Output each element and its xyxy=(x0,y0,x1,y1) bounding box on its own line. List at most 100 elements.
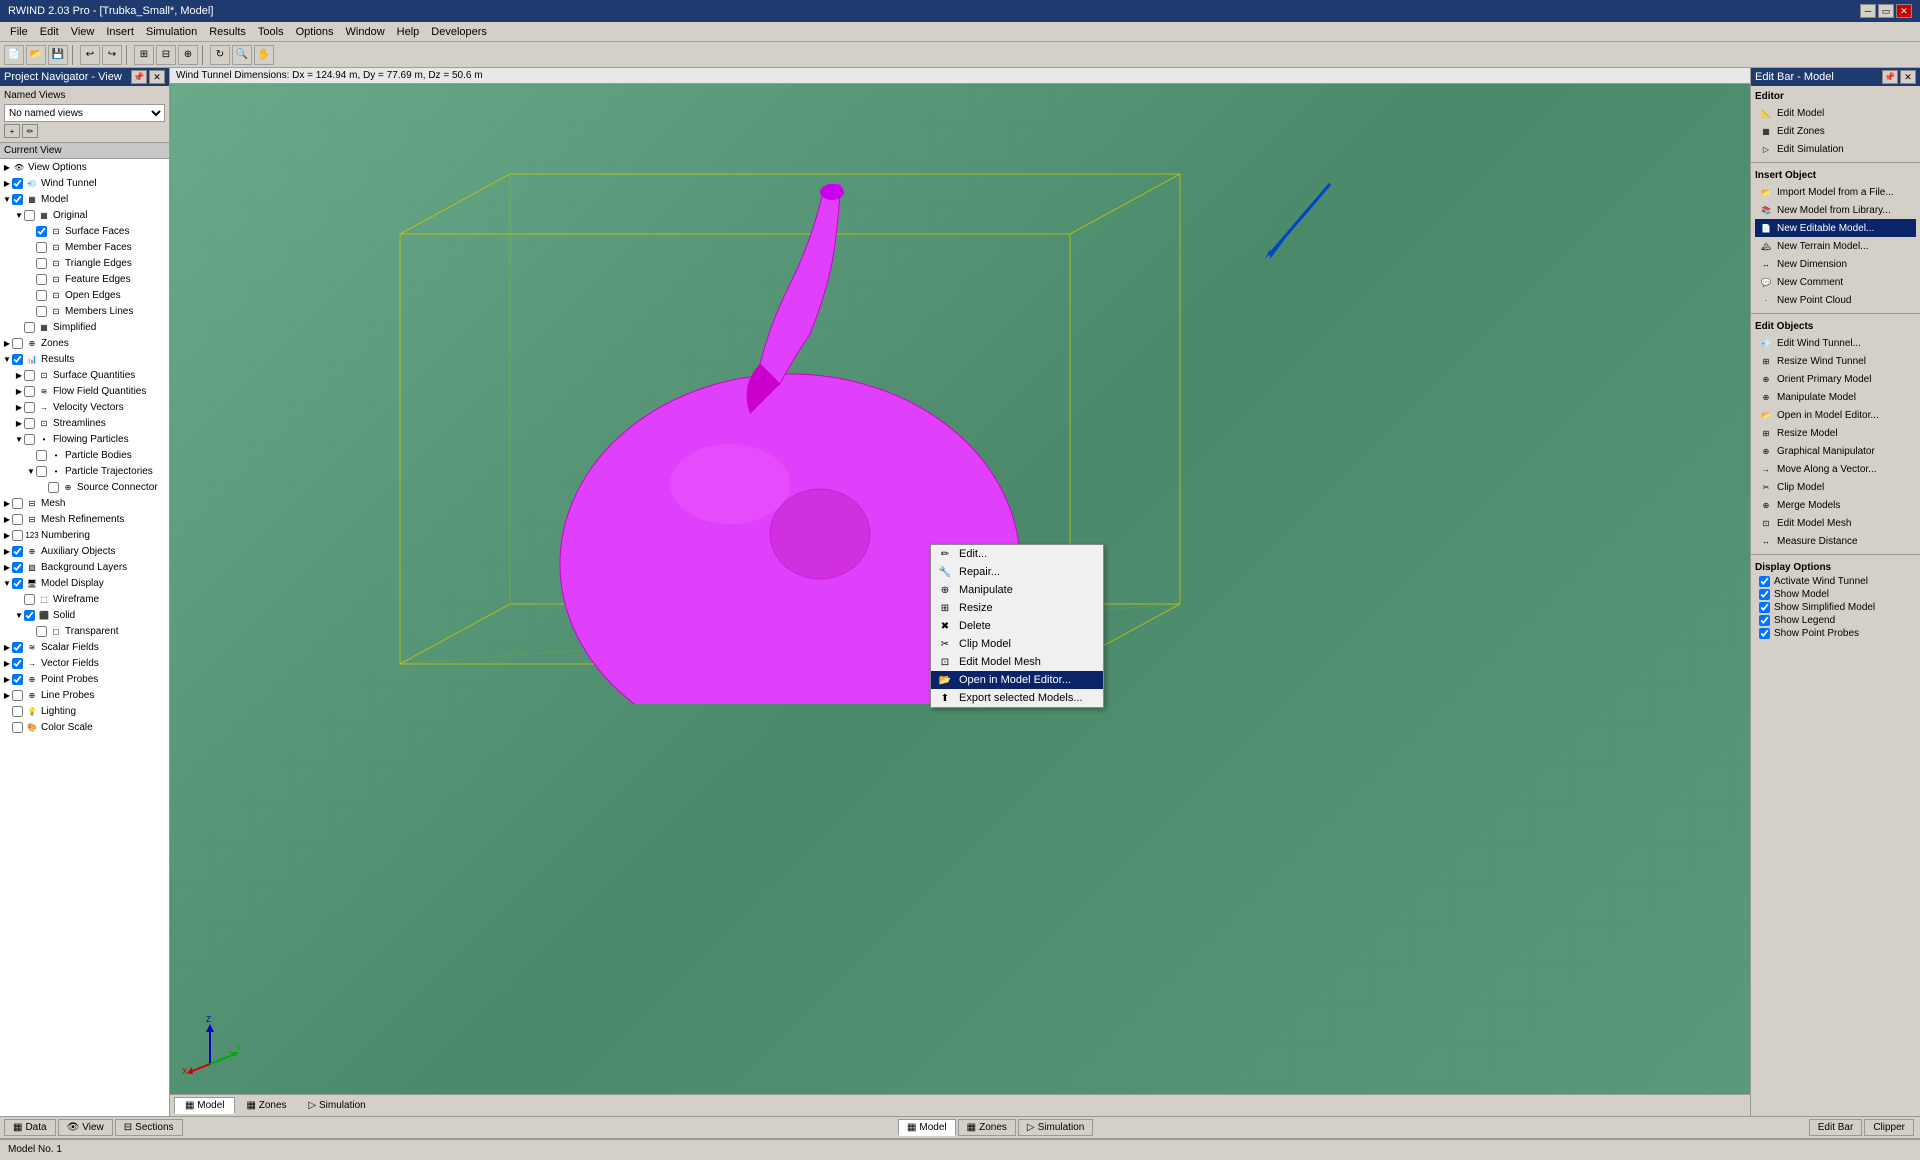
tree-item-background-layers[interactable]: ▶▧Background Layers xyxy=(0,559,169,575)
tree-checkbox-streamlines[interactable] xyxy=(24,418,35,429)
tree-checkbox-zones[interactable] xyxy=(12,338,23,349)
tree-item-original[interactable]: ▼▦Original xyxy=(0,207,169,223)
tree-expand-mesh[interactable]: ▶ xyxy=(2,499,12,508)
tree-item-surface-faces[interactable]: ⊡Surface Faces xyxy=(0,223,169,239)
viewport-tab-zones[interactable]: ▦ Zones xyxy=(958,1119,1016,1136)
tree-checkbox-source-connector[interactable] xyxy=(48,482,59,493)
tree-expand-numbering[interactable]: ▶ xyxy=(2,531,12,540)
ctx-item-resize[interactable]: ⊞Resize xyxy=(931,599,1103,617)
tree-checkbox-line-probes[interactable] xyxy=(12,690,23,701)
window-controls[interactable]: ─ ▭ ✕ xyxy=(1860,4,1912,18)
tree-item-auxiliary-objects[interactable]: ▶⊕Auxiliary Objects xyxy=(0,543,169,559)
tree-item-numbering[interactable]: ▶123Numbering xyxy=(0,527,169,543)
tree-expand-background-layers[interactable]: ▶ xyxy=(2,563,12,572)
rp-checkbox-show-model[interactable] xyxy=(1759,589,1770,600)
tree-item-scalar-fields[interactable]: ▶≋Scalar Fields xyxy=(0,639,169,655)
rp-item-new-point-cloud[interactable]: ·New Point Cloud xyxy=(1755,291,1916,309)
tree-checkbox-particle-bodies[interactable] xyxy=(36,450,47,461)
tree-checkbox-flow-field[interactable] xyxy=(24,386,35,397)
tree-expand-velocity-vectors[interactable]: ▶ xyxy=(14,403,24,412)
tree-item-flow-field[interactable]: ▶≋Flow Field Quantities xyxy=(0,383,169,399)
tree-item-line-probes[interactable]: ▶⊕Line Probes xyxy=(0,687,169,703)
undo-button[interactable]: ↩ xyxy=(80,45,100,65)
tree-checkbox-lighting[interactable] xyxy=(12,706,23,717)
right-tab-clipper[interactable]: Clipper xyxy=(1864,1119,1914,1136)
tree-checkbox-wireframe[interactable] xyxy=(24,594,35,605)
menu-item-results[interactable]: Results xyxy=(203,24,252,40)
right-panel-close[interactable]: ✕ xyxy=(1900,70,1916,84)
tree-checkbox-transparent[interactable] xyxy=(36,626,47,637)
menu-item-options[interactable]: Options xyxy=(290,24,340,40)
menu-item-help[interactable]: Help xyxy=(391,24,426,40)
tree-expand-surface-quantities[interactable]: ▶ xyxy=(14,371,24,380)
tree-checkbox-point-probes[interactable] xyxy=(12,674,23,685)
open-button[interactable]: 📂 xyxy=(26,45,46,65)
tree-checkbox-triangle-edges[interactable] xyxy=(36,258,47,269)
tree-expand-scalar-fields[interactable]: ▶ xyxy=(2,643,12,652)
rp-display-show-model[interactable]: Show Model xyxy=(1755,588,1916,601)
menu-item-simulation[interactable]: Simulation xyxy=(140,24,203,40)
tree-expand-view-options[interactable]: ▶ xyxy=(2,163,12,172)
tree-checkbox-original[interactable] xyxy=(24,210,35,221)
tree-checkbox-surface-quantities[interactable] xyxy=(24,370,35,381)
tree-item-members-lines[interactable]: ⊡Members Lines xyxy=(0,303,169,319)
context-menu[interactable]: ✏Edit...🔧Repair...⊕Manipulate⊞Resize✖Del… xyxy=(930,544,1104,708)
tree-checkbox-model[interactable] xyxy=(12,194,23,205)
tree-expand-auxiliary-objects[interactable]: ▶ xyxy=(2,547,12,556)
tree-item-feature-edges[interactable]: ⊡Feature Edges xyxy=(0,271,169,287)
tree-expand-flowing-particles[interactable]: ▼ xyxy=(14,435,24,444)
tree-checkbox-feature-edges[interactable] xyxy=(36,274,47,285)
rp-item-new-editable-model[interactable]: 📄New Editable Model... xyxy=(1755,219,1916,237)
tree-expand-original[interactable]: ▼ xyxy=(14,211,24,220)
ctx-item-edit[interactable]: ✏Edit... xyxy=(931,545,1103,563)
rp-item-measure-distance[interactable]: ↔Measure Distance xyxy=(1755,532,1916,550)
rp-item-new-comment[interactable]: 💬New Comment xyxy=(1755,273,1916,291)
tree-checkbox-wind-tunnel[interactable] xyxy=(12,178,23,189)
left-panel-close[interactable]: ✕ xyxy=(149,70,165,84)
rp-item-import-model[interactable]: 📂Import Model from a File... xyxy=(1755,183,1916,201)
menu-item-window[interactable]: Window xyxy=(340,24,391,40)
tool-3[interactable]: ⊕ xyxy=(178,45,198,65)
tree-item-model[interactable]: ▼▦Model xyxy=(0,191,169,207)
rp-item-graphical-manipulator[interactable]: ⊕Graphical Manipulator xyxy=(1755,442,1916,460)
tree-item-triangle-edges[interactable]: ⊡Triangle Edges xyxy=(0,255,169,271)
ctx-item-edit-model-mesh[interactable]: ⊡Edit Model Mesh xyxy=(931,653,1103,671)
rp-checkbox-show-simplified[interactable] xyxy=(1759,602,1770,613)
panel-tab-view[interactable]: 👁 View xyxy=(58,1119,113,1136)
tree-checkbox-surface-faces[interactable] xyxy=(36,226,47,237)
menu-item-developers[interactable]: Developers xyxy=(425,24,493,40)
tree-expand-model-display[interactable]: ▼ xyxy=(2,579,12,588)
tree-item-streamlines[interactable]: ▶⊡Streamlines xyxy=(0,415,169,431)
edit-view-icon[interactable]: ✏ xyxy=(22,124,38,138)
tree-item-solid[interactable]: ▼⬛Solid xyxy=(0,607,169,623)
tree-item-simplified[interactable]: ▦Simplified xyxy=(0,319,169,335)
tree-checkbox-mesh[interactable] xyxy=(12,498,23,509)
rp-item-edit-wind-tunnel[interactable]: 💨Edit Wind Tunnel... xyxy=(1755,334,1916,352)
tree-item-flowing-particles[interactable]: ▼•Flowing Particles xyxy=(0,431,169,447)
panel-tab-sections[interactable]: ⊟ Sections xyxy=(115,1119,183,1136)
ctx-item-clip-model[interactable]: ✂Clip Model xyxy=(931,635,1103,653)
rp-item-edit-zones[interactable]: ▦Edit Zones xyxy=(1755,122,1916,140)
tree-item-particle-bodies[interactable]: •Particle Bodies xyxy=(0,447,169,463)
close-button[interactable]: ✕ xyxy=(1896,4,1912,18)
tree-item-member-faces[interactable]: ⊡Member Faces xyxy=(0,239,169,255)
tree-item-velocity-vectors[interactable]: ▶→Velocity Vectors xyxy=(0,399,169,415)
rp-checkbox-show-point-probes[interactable] xyxy=(1759,628,1770,639)
tree-item-surface-quantities[interactable]: ▶⊡Surface Quantities xyxy=(0,367,169,383)
named-views-select[interactable]: No named views xyxy=(4,104,165,122)
tree-checkbox-open-edges[interactable] xyxy=(36,290,47,301)
panel-tab-data[interactable]: ▦ Data xyxy=(4,1119,56,1136)
viewport-tab-simulation[interactable]: ▷ Simulation xyxy=(1018,1119,1093,1136)
tree-checkbox-results[interactable] xyxy=(12,354,23,365)
tree-checkbox-auxiliary-objects[interactable] xyxy=(12,546,23,557)
tree-expand-mesh-refinements[interactable]: ▶ xyxy=(2,515,12,524)
tree-item-transparent[interactable]: ◻Transparent xyxy=(0,623,169,639)
rp-item-open-model-editor2[interactable]: 📂Open in Model Editor... xyxy=(1755,406,1916,424)
tree-item-lighting[interactable]: 💡Lighting xyxy=(0,703,169,719)
tree-expand-streamlines[interactable]: ▶ xyxy=(14,419,24,428)
tree-expand-particle-trajectories[interactable]: ▼ xyxy=(26,467,36,476)
rp-item-resize-model[interactable]: ⊞Resize Model xyxy=(1755,424,1916,442)
rp-item-orient-primary-model[interactable]: ⊕Orient Primary Model xyxy=(1755,370,1916,388)
tree-item-wireframe[interactable]: ⬚Wireframe xyxy=(0,591,169,607)
tree-checkbox-model-display[interactable] xyxy=(12,578,23,589)
